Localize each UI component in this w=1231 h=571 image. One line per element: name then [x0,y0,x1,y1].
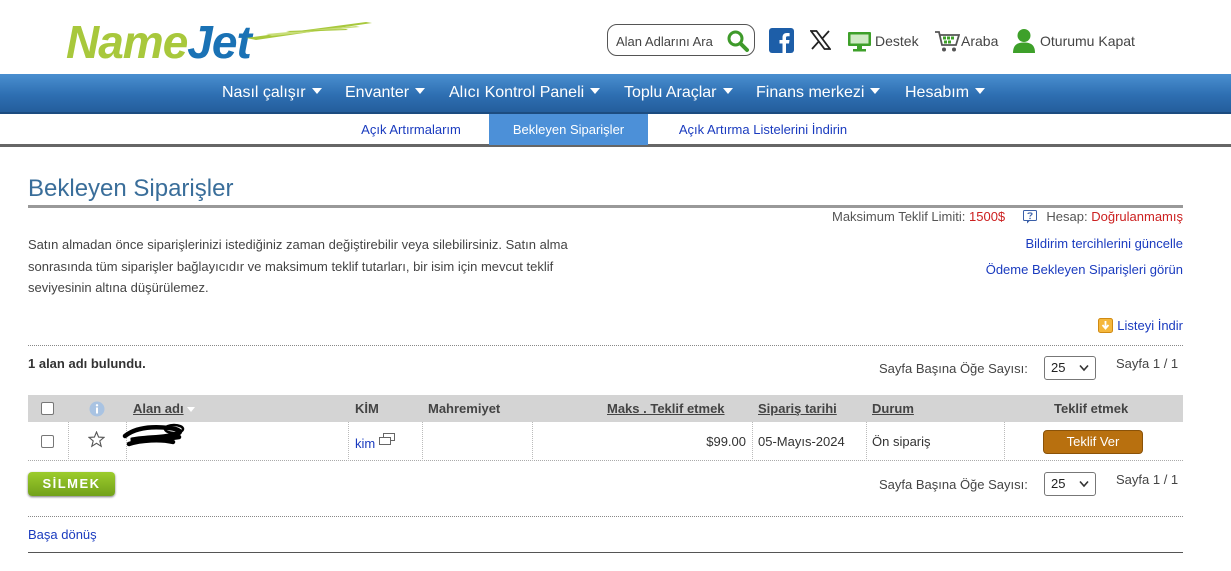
col-order-date-header[interactable]: Sipariş tarihi [758,401,837,416]
sub-nav: Açık Artırmalarım Bekleyen Siparişler Aç… [0,114,1231,147]
place-bid-button[interactable]: Teklif Ver [1043,430,1143,454]
logout-link[interactable]: Oturumu Kapat [1040,33,1135,49]
footer-divider [28,552,1183,553]
account-label: Hesap: [1046,209,1088,224]
main-nav: Nasıl çalışır Envanter Alıcı Kontrol Pan… [0,74,1231,114]
info-icon[interactable] [89,401,105,417]
page-description: Satın almadan önce siparişlerinizi isted… [28,237,568,295]
sort-desc-icon [186,407,195,413]
account-status: Doğrulanmamış [1091,209,1183,224]
col-status-header[interactable]: Durum [872,401,914,416]
redacted-domain-scribble [122,423,185,447]
per-page-label: Sayfa Başına Öğe Sayısı: [879,477,1028,492]
divider [28,516,1183,517]
select-all-checkbox[interactable] [41,402,54,415]
domain-search-box [607,24,755,56]
nav-bulk-tools[interactable]: Toplu Araçlar [624,84,733,102]
chevron-down-icon [590,87,601,94]
results-count: 1 alan adı bulundu. [28,356,146,371]
chevron-down-icon [311,87,322,94]
table-header: Alan adı KİM Mahremiyet Maks . Teklif et… [28,395,1183,422]
logo-swoosh-icon [246,22,372,40]
popup-window-icon[interactable] [379,433,395,445]
title-divider [28,205,1183,208]
tab-open-auctions[interactable]: Açık Artırmalarım [340,114,482,145]
x-twitter-icon[interactable] [810,30,831,50]
update-notifications-link[interactable]: Bildirim tercihlerini güncelle [1025,236,1183,251]
chevron-down-icon [975,87,986,94]
cart-link[interactable]: Araba [961,33,998,49]
per-page-label: Sayfa Başına Öğe Sayısı: [879,361,1028,376]
chevron-down-icon [1079,364,1089,372]
account-limits: Maksimum Teklif Limiti: 1500$ Hesap: Doğ… [832,209,1183,225]
col-who-header: KİM [355,401,379,416]
user-logout-icon[interactable] [1012,28,1036,53]
col-bid-header: Teklif etmek [1054,401,1129,416]
nav-finance-center[interactable]: Finans merkezi [756,84,881,102]
divider [28,345,1183,346]
order-date-value: 05-Mayıs-2024 [758,434,845,449]
pagination-info-bottom: Sayfa 1 / 1 [1116,472,1179,487]
chevron-down-icon [415,87,426,94]
col-max-bid-header[interactable]: Maks . Teklif etmek [607,401,725,416]
nav-my-account[interactable]: Hesabım [905,84,986,102]
chevron-down-icon [870,87,881,94]
max-bid-limit-value: 1500$ [969,209,1006,224]
namejet-logo[interactable]: NameJet [66,16,372,68]
col-domain-header[interactable]: Alan adı [133,401,195,416]
col-privacy-header: Mahremiyet [428,401,501,416]
nav-buyer-dashboard[interactable]: Alıcı Kontrol Paneli [449,84,601,102]
per-page-select-top[interactable]: 25 [1044,356,1096,380]
max-bid-value: $99.00 [706,434,746,449]
table-row: kim $99.00 05-Mayıs-2024 Ön sipariş Tekl… [28,422,1183,461]
chevron-down-icon [722,87,733,94]
domain-search-input[interactable] [616,32,724,50]
page-title: Bekleyen Siparişler [28,175,234,202]
support-monitor-icon[interactable] [847,31,872,52]
chevron-down-icon [1079,480,1089,488]
whois-link[interactable]: kim [355,436,375,451]
nav-how-it-works[interactable]: Nasıl çalışır [222,84,322,102]
status-value: Ön sipariş [872,434,931,449]
row-checkbox[interactable] [41,435,54,448]
watchlist-star-icon[interactable] [88,431,105,448]
support-link[interactable]: Destek [875,33,919,49]
site-header: NameJet Destek [0,0,1231,74]
search-icon[interactable] [726,29,750,53]
help-icon[interactable] [1022,209,1037,224]
pending-payment-orders-link[interactable]: Ödeme Bekleyen Siparişleri görün [986,262,1183,277]
delete-button[interactable]: SİLMEK [28,472,115,496]
nav-inventory[interactable]: Envanter [345,84,426,102]
cart-icon[interactable] [934,30,960,53]
tab-download-auction-lists[interactable]: Açık Artırma Listelerini İndirin [660,114,866,145]
pagination-info-top: Sayfa 1 / 1 [1116,356,1179,371]
tab-pending-orders[interactable]: Bekleyen Siparişler [489,114,648,145]
download-list-link[interactable]: Listeyi İndir [1098,318,1183,334]
download-icon [1098,318,1114,334]
max-bid-limit-label: Maksimum Teklif Limiti: [831,209,966,224]
facebook-icon[interactable] [769,28,794,53]
per-page-select-bottom[interactable]: 25 [1044,472,1096,496]
back-to-top-link[interactable]: Başa dönüş [28,527,97,542]
